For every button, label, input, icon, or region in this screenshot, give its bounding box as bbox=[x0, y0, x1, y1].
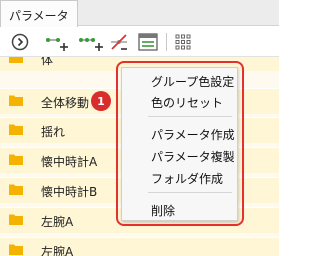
tree-row-label: 懐中時計A bbox=[41, 155, 98, 169]
tab-parameters-label: パラメータ bbox=[9, 9, 69, 23]
tree-row-label: 揺れ bbox=[41, 125, 66, 139]
add-parameter-button[interactable] bbox=[43, 30, 71, 54]
tree-row-label: 懐中時計B bbox=[41, 185, 98, 199]
collapse-button[interactable] bbox=[9, 30, 31, 54]
annotation-highlight-frame bbox=[116, 61, 244, 226]
add-multiple-parameters-icon bbox=[79, 38, 103, 51]
parameter-panel-icon bbox=[138, 33, 158, 51]
parameter-panel-button[interactable] bbox=[136, 30, 160, 54]
folder-icon bbox=[9, 214, 23, 225]
add-parameter-icon bbox=[46, 38, 68, 51]
tree-row-label: 左腕A bbox=[41, 245, 74, 256]
annotation-badge: 1 bbox=[91, 91, 111, 111]
grid-view-button[interactable] bbox=[172, 30, 194, 54]
parameter-toolbar bbox=[0, 27, 279, 57]
panel-tab-strip: パラメータ bbox=[0, 0, 279, 27]
tree-row-label: 体 bbox=[41, 57, 54, 67]
folder-icon bbox=[9, 124, 23, 135]
folder-icon bbox=[9, 95, 23, 106]
folder-icon bbox=[9, 154, 23, 165]
tree-row-label: 左腕A bbox=[41, 215, 74, 229]
folder-icon bbox=[9, 57, 23, 63]
tab-parameters[interactable]: パラメータ bbox=[0, 0, 78, 27]
tree-row-label: 全体移動 bbox=[41, 96, 90, 110]
folder-icon bbox=[9, 244, 23, 255]
tree-row[interactable]: 左腕A bbox=[0, 237, 279, 256]
annotation-badge-label: 1 bbox=[97, 94, 105, 108]
folder-icon bbox=[9, 184, 23, 195]
delete-parameter-icon bbox=[111, 34, 127, 50]
delete-parameter-button[interactable] bbox=[108, 30, 130, 54]
collapse-circle-icon bbox=[11, 33, 29, 51]
toolbar-separator bbox=[166, 33, 167, 51]
grid-view-icon bbox=[175, 34, 191, 50]
add-multiple-parameters-button[interactable] bbox=[78, 30, 104, 54]
